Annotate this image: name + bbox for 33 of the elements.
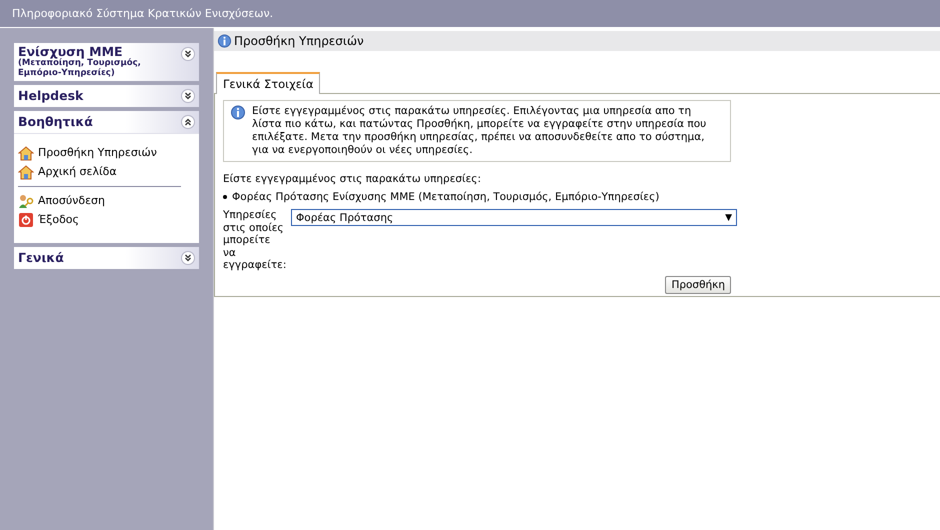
info-icon (230, 105, 246, 121)
tab[interactable]: Γενικά Στοιχεία (216, 72, 320, 94)
info-icon (217, 34, 232, 48)
select-label: Υπηρεσίες στις οποίες μπορείτε να εγγραφείτε: (223, 209, 285, 272)
house-icon (18, 164, 34, 180)
menu-link[interactable]: Έξοδος (38, 213, 79, 226)
info-text: Είστε εγγεγραμμένος στις παρακάτω υπηρεσίες. Επιλέγοντας μια υπηρεσία απο τη λίστα πιο κάτω, και πατώντας Προσθήκη, μπορείτε να εγγραφείτε στην υπηρεσία που επιλέξατε. Μετα την προσθήκη υπηρεσίας, πρέπει να αποσυνδεθείτε απο το σύστημα, για να ενεργοποιηθούν οι νέες υπηρεσίες. (252, 105, 708, 157)
panel-header[interactable]: Helpdesk (14, 84, 199, 107)
menu-link[interactable]: Αποσύνδεση (38, 194, 105, 208)
panel-header[interactable]: Βοηθητικά (14, 110, 199, 133)
page-title: Προσθήκη Υπηρεσιών (234, 34, 364, 48)
panel-title: Γενικά (18, 250, 64, 266)
panel-header[interactable]: Γενικά (14, 246, 199, 269)
expand-icon[interactable] (181, 47, 195, 61)
app-title: Πληροφοριακό Σύστημα Κρατικών Ενισχύσεων. (12, 7, 274, 20)
users-key-icon (18, 192, 34, 209)
menu-link[interactable]: Προσθήκη Υπηρεσιών (38, 146, 157, 160)
expand-icon[interactable] (181, 88, 195, 103)
registered-service: Φορέας Πρότασης Ενίσχυσης ΜΜΕ (Μεταποίηση, Τουρισμός, Εμπόριο-Υπηρεσίες) (232, 191, 660, 203)
collapse-icon[interactable] (181, 114, 195, 129)
power-icon (18, 212, 34, 228)
bullet-icon (223, 195, 227, 199)
panel-title: Ενίσχυση ΜΜΕ (18, 45, 123, 59)
expand-icon[interactable] (181, 250, 195, 265)
panel-title: Helpdesk (18, 88, 84, 104)
menu-link[interactable]: Αρχική σελίδα (38, 165, 117, 178)
service-dropdown[interactable]: Φορέας Πρότασης ▼ (291, 209, 737, 226)
panel-title: Βοηθητικά (18, 114, 93, 130)
panel-header[interactable]: Ενίσχυση ΜΜΕ (Μεταποίηση, Τουρισμός, Εμπόριο-Υπηρεσίες) (14, 43, 199, 81)
house-icon (18, 144, 34, 161)
panel-subtitle: (Μεταποίηση, Τουρισμός, Εμπόριο-Υπηρεσίες) (18, 59, 142, 79)
add-button[interactable]: Προσθήκη (665, 276, 731, 294)
registered-label: Είστε εγγεγραμμένος στις παρακάτω υπηρεσίες: (223, 173, 482, 185)
